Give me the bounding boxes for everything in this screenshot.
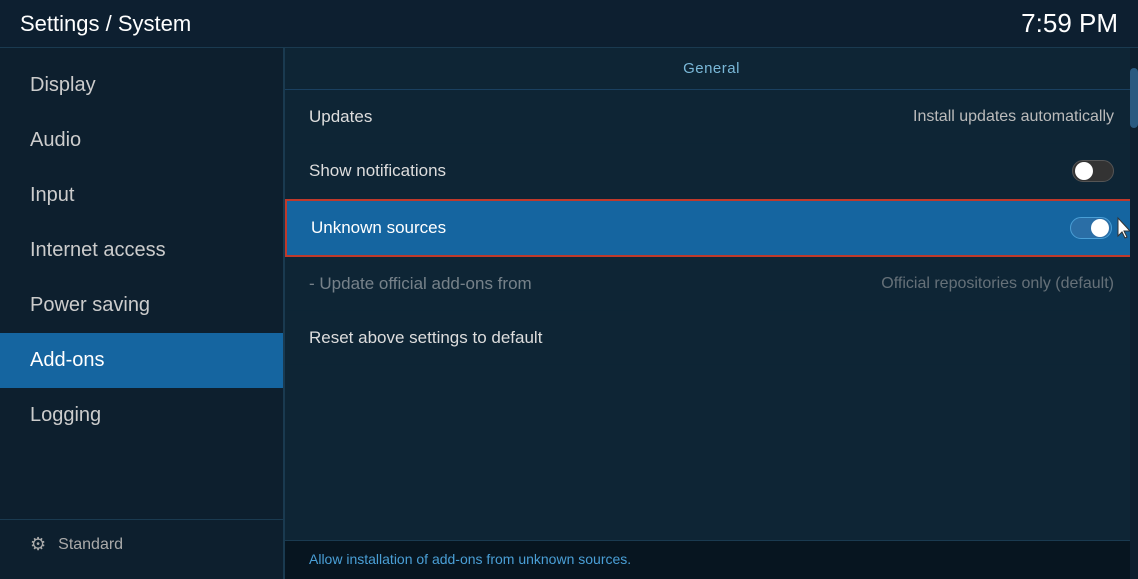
clock: 7:59 PM: [1021, 8, 1118, 39]
sidebar: Display Audio Input Internet access Powe…: [0, 48, 285, 579]
setting-value-update-addons: Official repositories only (default): [881, 275, 1114, 293]
sidebar-item-logging[interactable]: Logging: [0, 388, 283, 443]
profile-label: Standard: [58, 536, 123, 554]
content-area: General Updates Install updates automati…: [285, 48, 1138, 579]
gear-icon: ⚙: [30, 534, 46, 555]
sidebar-item-power-saving[interactable]: Power saving: [0, 278, 283, 333]
setting-row-update-addons: - Update official add-ons from Official …: [285, 257, 1138, 311]
sidebar-item-add-ons[interactable]: Add-ons: [0, 333, 283, 388]
footer-text: Allow installation of add-ons from unkno…: [309, 551, 631, 567]
toggle-knob-unknown-sources: [1091, 219, 1109, 237]
setting-value-updates: Install updates automatically: [913, 108, 1114, 126]
setting-label-updates: Updates: [309, 107, 372, 127]
sidebar-footer: ⚙ Standard: [0, 519, 283, 569]
sidebar-item-internet-access[interactable]: Internet access: [0, 223, 283, 278]
sidebar-item-display[interactable]: Display: [0, 58, 283, 113]
setting-label-show-notifications: Show notifications: [309, 161, 446, 181]
settings-list: Updates Install updates automatically Sh…: [285, 90, 1138, 540]
setting-label-unknown-sources: Unknown sources: [311, 218, 446, 238]
setting-label-update-addons: - Update official add-ons from: [309, 274, 532, 294]
toggle-show-notifications[interactable]: [1072, 160, 1114, 182]
main-layout: Display Audio Input Internet access Powe…: [0, 48, 1138, 579]
scrollbar-thumb[interactable]: [1130, 68, 1138, 128]
footer-bar: Allow installation of add-ons from unkno…: [285, 540, 1138, 579]
toggle-unknown-sources[interactable]: [1070, 217, 1112, 239]
section-header: General: [285, 48, 1138, 90]
header: Settings / System 7:59 PM: [0, 0, 1138, 48]
sidebar-item-audio[interactable]: Audio: [0, 113, 283, 168]
sidebar-item-input[interactable]: Input: [0, 168, 283, 223]
setting-row-reset[interactable]: Reset above settings to default: [285, 311, 1138, 365]
setting-row-updates[interactable]: Updates Install updates automatically: [285, 90, 1138, 144]
setting-row-unknown-sources[interactable]: Unknown sources: [285, 199, 1138, 257]
setting-label-reset: Reset above settings to default: [309, 328, 542, 348]
page-title: Settings / System: [20, 11, 191, 37]
scrollbar-track[interactable]: [1130, 48, 1138, 579]
toggle-knob-show-notifications: [1075, 162, 1093, 180]
setting-row-show-notifications[interactable]: Show notifications: [285, 144, 1138, 199]
